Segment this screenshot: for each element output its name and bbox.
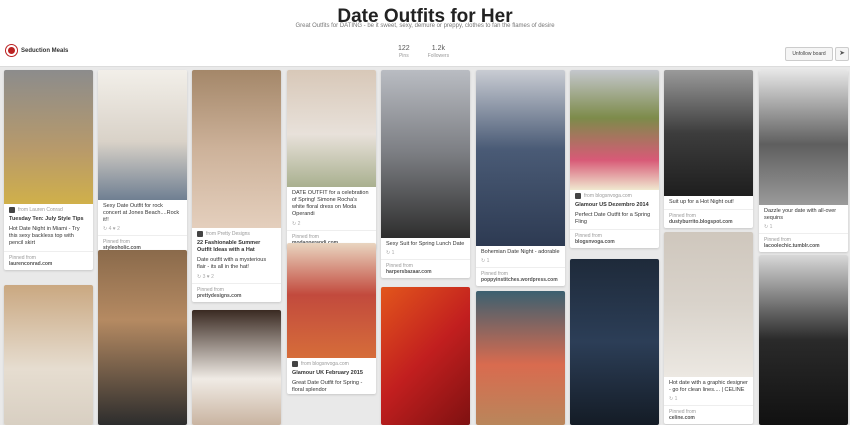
pin-pinned-from[interactable]: Pinned from blogsnvoga.com <box>570 229 659 248</box>
pin-image[interactable] <box>4 70 93 204</box>
followers-label: Followers <box>427 53 450 59</box>
source-icon <box>197 231 203 237</box>
pin-pinned-from[interactable]: Pinned from laurenconrad.com <box>4 250 93 270</box>
pin-description: Hot date with a graphic designer - go fo… <box>669 380 748 394</box>
unfollow-board-button[interactable]: Unfollow board <box>785 47 833 61</box>
pin-image[interactable] <box>570 259 659 425</box>
pin-image[interactable] <box>759 255 848 425</box>
pin-description: Suit up for a Hot Night out! <box>669 199 734 205</box>
pin-title: Glamour US Dezembro 2014 <box>575 202 649 208</box>
board-header: Date Outfits for Her Great Outfits for D… <box>0 0 850 67</box>
pin-card[interactable] <box>476 291 565 425</box>
pin-pinned-from[interactable]: Pinned from poppyinstitches.wordpress.com <box>476 267 565 286</box>
board-stats: 122 Pins 1.2k Followers <box>398 45 449 59</box>
pin-card[interactable] <box>98 250 187 425</box>
pin-image[interactable] <box>759 70 848 205</box>
pin-card[interactable]: from blogsnvoga.com Glamour UK February … <box>287 243 376 395</box>
followers-count: 1.2k <box>431 45 445 52</box>
pin-stats: ↻ 1 <box>764 224 773 231</box>
pin-card[interactable]: Sexy Suit for Spring Lunch Date ↻ 1 Pinn… <box>381 70 470 279</box>
pin-description: Bohemian Date Night - adorable <box>481 249 560 255</box>
pin-image[interactable] <box>192 310 281 425</box>
followers-stat[interactable]: 1.2k Followers <box>428 45 449 59</box>
owner-avatar[interactable] <box>6 45 17 56</box>
pin-card[interactable]: Hot date with a graphic designer - go fo… <box>664 232 753 425</box>
pin-image[interactable] <box>287 70 376 187</box>
pin-stats: ↻ 1 <box>386 250 395 257</box>
source-icon <box>575 193 581 199</box>
pin-description: Sexy Date Outfit for rock concert at Jon… <box>103 203 180 224</box>
pin-image[interactable] <box>4 285 93 425</box>
pin-image[interactable] <box>664 70 753 196</box>
pin-pinned-from[interactable]: Pinned from dustyburrito.blogspot.com <box>664 209 753 228</box>
pin-card[interactable] <box>381 287 470 425</box>
pins-label: Pins <box>398 53 409 59</box>
board-owner[interactable]: Seduction Meals <box>6 45 68 56</box>
pin-image[interactable] <box>476 70 565 246</box>
pin-image[interactable] <box>192 70 281 228</box>
pin-description: Hot Date Night in Miami - Try this sexy … <box>9 226 80 247</box>
pin-image[interactable] <box>476 291 565 425</box>
pin-title: 22 Fashionable Summer Outfit Ideas with … <box>197 240 261 254</box>
pin-card[interactable]: from Lauren Conrad Tuesday Ten: July Sty… <box>4 70 93 270</box>
pin-title: Tuesday Ten: July Style Tips <box>9 216 84 222</box>
pin-stats: ↻ 1 <box>669 396 678 403</box>
pin-image[interactable] <box>570 70 659 190</box>
pin-description: Sexy Suit for Spring Lunch Date <box>386 241 465 247</box>
pin-stats: ↻ 1 <box>481 258 490 265</box>
owner-name[interactable]: Seduction Meals <box>21 48 68 54</box>
pin-source[interactable]: from blogsnvoga.com <box>570 190 659 199</box>
pin-image[interactable] <box>381 70 470 238</box>
pin-description: Perfect Date Outfit for a Spring Fling <box>575 212 651 226</box>
pin-card[interactable] <box>4 285 93 425</box>
pin-card[interactable] <box>759 255 848 425</box>
board-description: Great Outfits for DATING - be it sweet, … <box>295 23 555 29</box>
pin-image[interactable] <box>381 287 470 425</box>
pins-count: 122 <box>398 45 410 52</box>
source-icon <box>292 361 298 367</box>
pin-image[interactable] <box>98 250 187 425</box>
pin-pinned-from[interactable]: Pinned from prettydesigns.com <box>192 282 281 302</box>
pin-card[interactable]: Sexy Date Outfit for rock concert at Jon… <box>98 70 187 255</box>
pin-stats: ↻ 2 <box>292 220 301 227</box>
source-icon <box>9 207 15 213</box>
pin-source[interactable]: from Pretty Designs <box>192 228 281 237</box>
pin-card[interactable]: Bohemian Date Night - adorable ↻ 1 Pinne… <box>476 70 565 287</box>
pin-description: DATE OUTFIT for a celebration of Spring!… <box>292 190 369 218</box>
pin-stats: ↻ 3 ♥ 2 <box>197 273 214 280</box>
pin-card[interactable] <box>192 310 281 425</box>
pin-card[interactable]: from blogsnvoga.com Glamour US Dezembro … <box>570 70 659 249</box>
pin-card[interactable]: from Pretty Designs 22 Fashionable Summe… <box>192 70 281 302</box>
pin-card[interactable] <box>570 259 659 425</box>
pin-source[interactable]: from Lauren Conrad <box>4 204 93 213</box>
pin-image[interactable] <box>287 243 376 358</box>
pin-pinned-from[interactable]: Pinned from harpersbazaar.com <box>381 259 470 278</box>
pin-title: Glamour UK February 2015 <box>292 370 363 376</box>
pin-image[interactable] <box>664 232 753 377</box>
pin-pinned-from[interactable]: Pinned from lacoolechic.tumblr.com <box>759 233 848 252</box>
pin-card[interactable]: Dazzle your date with all-over sequins ↻… <box>759 70 848 253</box>
pin-card[interactable]: DATE OUTFIT for a celebration of Spring!… <box>287 70 376 249</box>
pin-stats: ↻ 4 ♥ 2 <box>103 226 120 233</box>
pins-stat[interactable]: 122 Pins <box>398 45 410 59</box>
pin-description: Date outfit with a mysterious flair - it… <box>197 257 267 271</box>
pin-description: Great Date Outfit for Spring - floral sp… <box>292 380 363 394</box>
pin-image[interactable] <box>98 70 187 200</box>
pin-source[interactable]: from blogsnvoga.com <box>287 358 376 367</box>
send-icon[interactable]: ➤ <box>835 47 849 61</box>
pin-card[interactable]: Suit up for a Hot Night out! Pinned from… <box>664 70 753 229</box>
pin-description: Dazzle your date with all-over sequins <box>764 208 837 222</box>
